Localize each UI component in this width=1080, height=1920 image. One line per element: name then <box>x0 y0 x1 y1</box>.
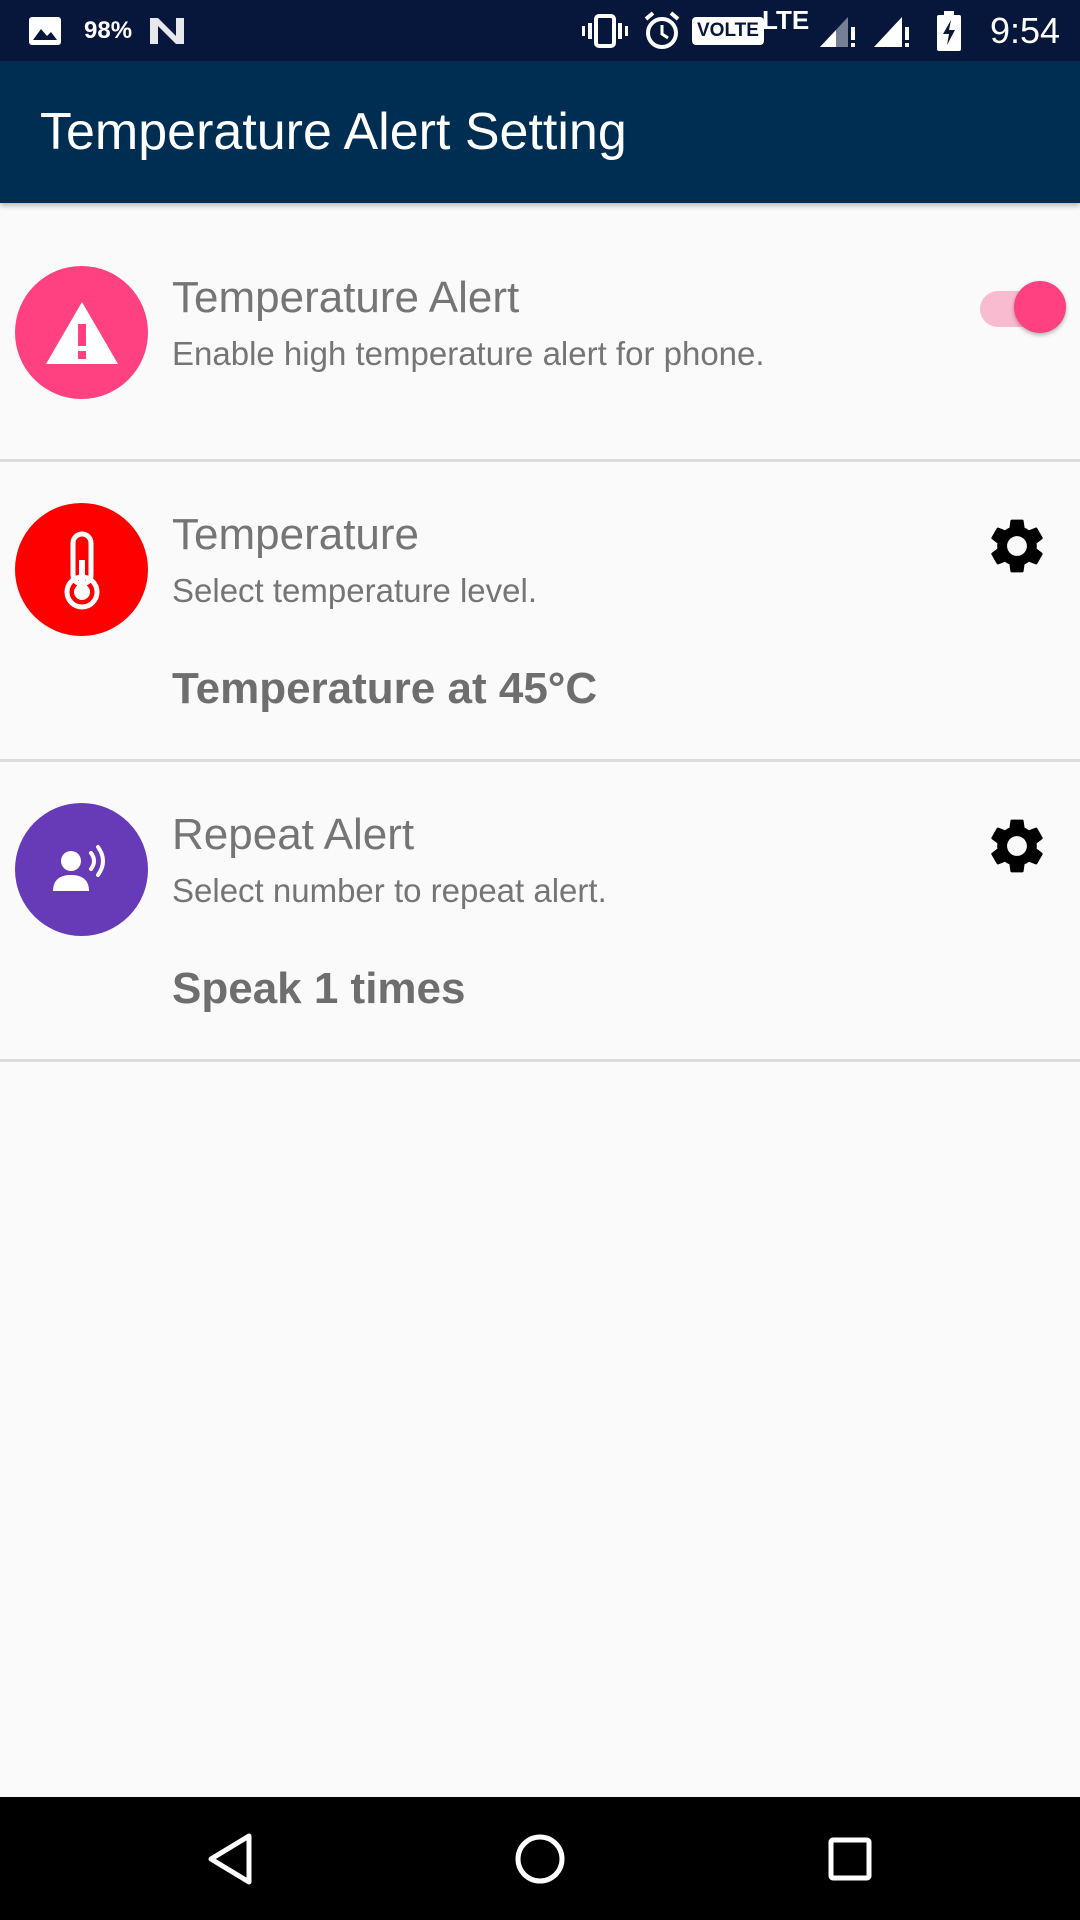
app-bar: Temperature Alert Setting <box>0 61 1080 203</box>
temperature-alert-toggle[interactable] <box>980 271 1066 333</box>
status-bar: 98% VOLTE LTE 9:54 <box>0 0 1080 61</box>
setting-temperature[interactable]: Temperature Select temperature level. Te… <box>0 462 1080 762</box>
home-button[interactable] <box>480 1797 600 1920</box>
page-title: Temperature Alert Setting <box>40 103 627 161</box>
signal-icon <box>818 0 858 61</box>
clock-time: 9:54 <box>990 9 1061 51</box>
temperature-settings-button[interactable] <box>982 511 1052 581</box>
setting-title: Temperature <box>172 510 420 559</box>
n-icon <box>148 0 186 61</box>
toggle-thumb <box>1014 281 1066 333</box>
vibrate-icon <box>582 0 628 61</box>
setting-title: Repeat Alert <box>172 810 415 859</box>
setting-subtitle: Select number to repeat alert. <box>172 872 607 909</box>
battery-charging-icon <box>936 0 962 61</box>
setting-subtitle: Select temperature level. <box>172 572 538 609</box>
alarm-icon <box>642 0 682 61</box>
repeat-value: Speak 1 times <box>172 964 466 1013</box>
repeat-settings-button[interactable] <box>982 811 1052 881</box>
setting-temperature-alert[interactable]: Temperature Alert Enable high temperatur… <box>0 203 1080 462</box>
volte-icon: VOLTE <box>692 0 764 61</box>
back-button[interactable] <box>170 1797 290 1920</box>
network-label: LTE <box>762 5 810 35</box>
setting-title: Temperature Alert <box>172 273 520 322</box>
setting-repeat-alert[interactable]: Repeat Alert Select number to repeat ale… <box>0 762 1080 1062</box>
battery-percent-text: 98% <box>84 16 133 44</box>
signal-icon <box>872 0 912 61</box>
thermometer-icon <box>15 503 148 636</box>
gear-icon <box>991 519 1043 573</box>
gear-icon <box>991 819 1043 873</box>
image-icon <box>28 0 62 61</box>
setting-subtitle: Enable high temperature alert for phone. <box>172 335 765 372</box>
warning-icon <box>15 266 148 399</box>
home-icon <box>515 1834 565 1883</box>
navigation-bar <box>0 1797 1080 1920</box>
speaker-person-icon <box>15 803 148 936</box>
recents-button[interactable] <box>790 1797 910 1920</box>
temperature-value: Temperature at 45°C <box>172 664 598 713</box>
recents-icon <box>828 1837 872 1880</box>
back-icon <box>208 1833 252 1884</box>
